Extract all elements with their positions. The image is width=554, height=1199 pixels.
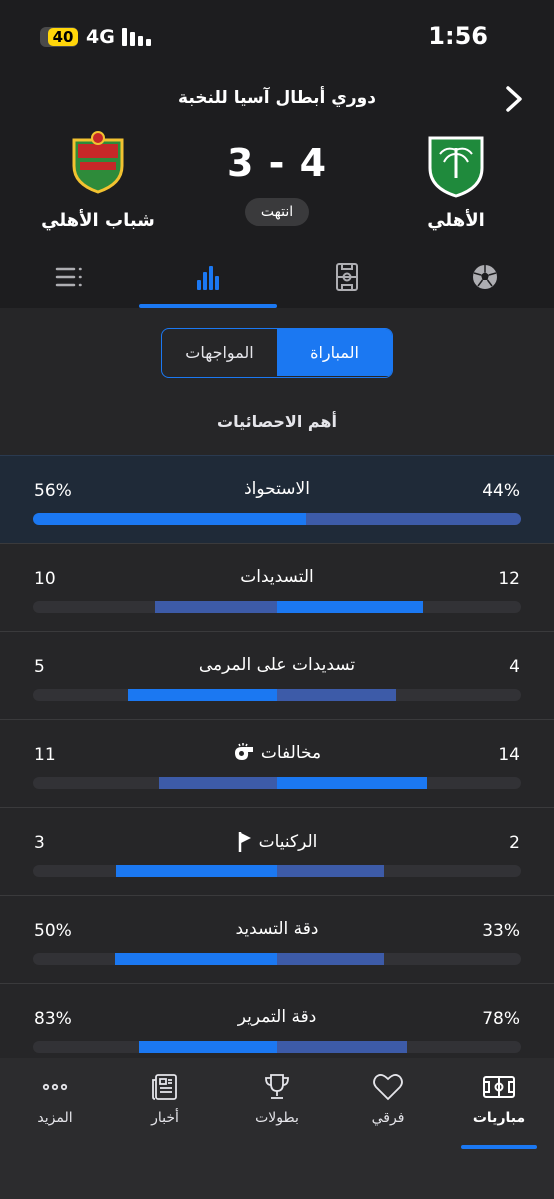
match-segment[interactable]: المباراة bbox=[277, 329, 392, 376]
clock: 1:56 bbox=[428, 22, 488, 50]
signal-bars-icon bbox=[122, 28, 152, 46]
status-bar: 40 4G 1:56 bbox=[0, 0, 554, 70]
match-status-badge: انتهت bbox=[245, 198, 309, 226]
corner-flag-icon bbox=[238, 832, 251, 852]
stats-content: المواجهات المباراة أهم الاحصائيات 56% 44%… bbox=[0, 308, 554, 1058]
stat-bar-away bbox=[33, 513, 307, 525]
nav-my-teams[interactable]: فرقي bbox=[343, 1072, 433, 1152]
corner-flag-icon bbox=[237, 831, 253, 853]
list-icon[interactable] bbox=[54, 262, 84, 292]
stat-bar-home bbox=[306, 513, 521, 525]
stat-label: تسديدات على المرمى bbox=[198, 655, 356, 675]
stat-label: التسديدات bbox=[240, 567, 314, 587]
stat-bar-track bbox=[33, 513, 521, 525]
league-title: دوري أبطال آسيا للنخبة bbox=[178, 88, 376, 108]
whistle-icon bbox=[233, 743, 255, 763]
stat-bar-track bbox=[33, 953, 521, 965]
stat-bar-home bbox=[277, 689, 397, 701]
stat-label: الاستحواذ bbox=[244, 479, 310, 499]
stat-row: 83% 78% دقة التمرير bbox=[0, 983, 554, 1058]
network-type: 4G bbox=[86, 26, 115, 48]
home-team-logo[interactable] bbox=[424, 134, 488, 198]
h2h-segment[interactable]: المواجهات bbox=[162, 329, 277, 376]
nav-news-label: أخبار bbox=[151, 1110, 179, 1126]
stat-bar-home bbox=[277, 953, 384, 965]
stat-row: 50% 33% دقة التسديد bbox=[0, 895, 554, 983]
stat-row: 10 12 التسديدات bbox=[0, 543, 554, 631]
home-team-name[interactable]: الأهلي bbox=[376, 210, 536, 231]
stat-label: الركنيات bbox=[258, 832, 318, 852]
stat-label-container: الركنيات bbox=[0, 831, 554, 853]
more-icon bbox=[42, 1083, 68, 1091]
news-icon bbox=[152, 1074, 177, 1100]
battery-icon: 40 bbox=[40, 27, 78, 47]
stat-row: 3 2 الركنيات bbox=[0, 807, 554, 895]
segmented-control: المواجهات المباراة bbox=[161, 328, 393, 378]
section-title: أهم الاحصائيات bbox=[216, 412, 338, 431]
stat-label: دقة التسديد bbox=[235, 919, 319, 939]
stat-bar-away bbox=[155, 601, 277, 613]
stat-label-container: تسديدات على المرمى bbox=[0, 655, 554, 675]
nav-matches-label: مباريات bbox=[472, 1110, 526, 1126]
match-tabs bbox=[0, 252, 554, 308]
stat-bar-home bbox=[277, 777, 428, 789]
stat-label-container: الاستحواذ bbox=[0, 479, 554, 499]
heart-icon bbox=[373, 1074, 403, 1101]
pitch-icon[interactable] bbox=[332, 262, 362, 292]
nav-news[interactable]: أخبار bbox=[120, 1072, 210, 1152]
nav-more[interactable]: المزيد bbox=[10, 1072, 100, 1152]
stat-label: دقة التمرير bbox=[237, 1007, 317, 1027]
back-chevron-icon[interactable] bbox=[498, 84, 528, 114]
stat-bar-track bbox=[33, 865, 521, 877]
nav-tournaments-label: بطولات bbox=[255, 1110, 299, 1126]
stat-bar-away bbox=[138, 1041, 277, 1053]
stat-bar-home bbox=[277, 865, 385, 877]
nav-my-teams-label: فرقي bbox=[371, 1110, 405, 1126]
stat-bar-away bbox=[127, 689, 277, 701]
stat-bar-track bbox=[33, 601, 521, 613]
nav-more-label: المزيد bbox=[37, 1110, 73, 1126]
away-team-logo[interactable] bbox=[66, 130, 130, 194]
stat-label-container: دقة التمرير bbox=[0, 1007, 554, 1027]
stat-label-container: التسديدات bbox=[0, 567, 554, 587]
battery-level: 40 bbox=[48, 28, 78, 46]
bottom-navigation: المزيد أخبار بطولات فرقي مباريات bbox=[0, 1058, 554, 1199]
match-score: 3 - 4 bbox=[226, 141, 328, 185]
stat-label-container: دقة التسديد bbox=[0, 919, 554, 939]
stat-label: مخالفات bbox=[260, 743, 322, 763]
stat-bar-away bbox=[115, 865, 277, 877]
away-team-name[interactable]: شباب الأهلي bbox=[18, 210, 178, 231]
stat-bar-away bbox=[115, 953, 277, 965]
nav-matches[interactable]: مباريات bbox=[454, 1072, 544, 1152]
ball-icon[interactable] bbox=[470, 262, 500, 292]
active-nav-indicator bbox=[461, 1145, 537, 1149]
matches-icon bbox=[483, 1076, 515, 1098]
stat-bar-away bbox=[158, 777, 277, 789]
stat-bar-home bbox=[277, 601, 424, 613]
stat-row: 11 14 مخالفات bbox=[0, 719, 554, 807]
stat-label-container: مخالفات bbox=[0, 743, 554, 763]
nav-tournaments[interactable]: بطولات bbox=[232, 1072, 322, 1152]
stat-row: 5 4 تسديدات على المرمى bbox=[0, 631, 554, 719]
stats-icon[interactable] bbox=[194, 262, 224, 292]
stat-bar-track bbox=[33, 777, 521, 789]
stat-bar-track bbox=[33, 689, 521, 701]
whistle-icon bbox=[234, 743, 253, 760]
stat-bar-track bbox=[33, 1041, 521, 1053]
trophy-icon bbox=[265, 1074, 289, 1099]
stat-bar-home bbox=[277, 1041, 408, 1053]
stat-row: 56% 44% الاستحواذ bbox=[0, 455, 554, 543]
